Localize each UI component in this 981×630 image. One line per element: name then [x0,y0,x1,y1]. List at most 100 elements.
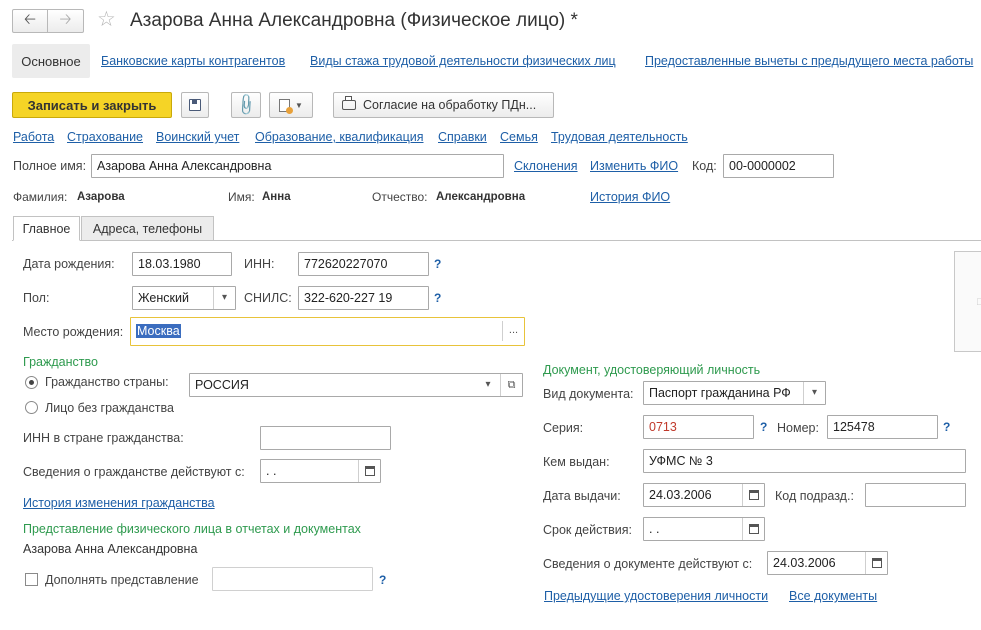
photo-frame[interactable]: □ [954,251,981,352]
full-name-label: Полное имя: [13,159,87,173]
supplement-input[interactable] [212,567,373,591]
subdivision-label: Код подразд.: [775,489,854,503]
nav-tab-bank-cards[interactable]: Банковские карты контрагентов [101,54,285,68]
citizenship-country-label: Гражданство страны: [45,375,169,389]
consent-pd-button[interactable]: Согласие на обработку ПДн... [333,92,554,118]
chevron-down-icon[interactable]: ▾ [213,287,235,309]
gender-select[interactable]: Женский ▾ [132,286,236,310]
birth-date-input[interactable]: 18.03.1980 [132,252,232,276]
citizenship-valid-from-value: . . [266,464,277,478]
section-link-certificates[interactable]: Справки [438,130,487,144]
patronymic-label: Отчество: [372,190,428,204]
surname-label: Фамилия: [13,190,68,204]
snils-label: СНИЛС: [244,291,292,305]
favorite-star-icon[interactable]: ☆ [97,8,116,32]
save-and-close-label: Записать и закрыть [27,97,157,113]
create-based-on-button[interactable]: ▼ [269,92,313,118]
gender-value: Женский [138,291,189,305]
citizenship-valid-from-label: Сведения о гражданстве действуют с: [23,465,245,479]
validity-input[interactable]: . . [643,517,765,541]
patronymic-value: Александровна [436,191,526,203]
paperclip-icon: 📎 [233,92,259,118]
consent-pd-label: Согласие на обработку ПДн... [363,98,537,112]
number-label: Номер: [777,421,819,435]
name-label: Имя: [228,190,255,204]
section-link-insurance[interactable]: Страхование [67,130,143,144]
series-help-icon[interactable]: ? [760,420,767,434]
gender-label: Пол: [23,291,50,305]
tab-main[interactable]: Главное [13,216,80,241]
nav-tab-experience-types[interactable]: Виды стажа трудовой деятельности физичес… [310,54,616,68]
inn-label: ИНН: [244,257,275,271]
validity-label: Срок действия: [543,523,632,537]
open-icon[interactable]: ⧉ [500,374,522,396]
inn-country-input[interactable] [260,426,391,450]
issued-by-input[interactable]: УФМС № 3 [643,449,966,473]
change-fio-link[interactable]: Изменить ФИО [590,159,678,173]
doc-type-value: Паспорт гражданина РФ [649,386,791,400]
doc-valid-from-input[interactable]: 24.03.2006 [767,551,888,575]
section-link-family[interactable]: Семья [500,130,538,144]
snils-help-icon[interactable]: ? [434,291,441,305]
forward-button[interactable]: 🡢 [48,9,84,33]
number-help-icon[interactable]: ? [943,420,950,434]
doc-type-select[interactable]: Паспорт гражданина РФ ▾ [643,381,826,405]
previous-ids-link[interactable]: Предыдущие удостоверения личности [544,589,768,603]
supplement-help-icon[interactable]: ? [379,573,386,587]
attach-file-button[interactable]: 📎 [231,92,261,118]
back-button[interactable]: 🡠 [12,9,48,33]
birthplace-label: Место рождения: [23,325,124,339]
calendar-icon[interactable] [358,460,380,482]
birthplace-value: Москва [136,324,181,338]
series-input[interactable]: 0713 [643,415,754,439]
dropdown-arrow-icon: ▼ [295,100,303,110]
floppy-disk-icon [189,99,201,111]
citizenship-group-title: Гражданство [23,355,98,369]
full-name-input[interactable]: Азарова Анна Александровна [91,154,504,178]
inn-country-label: ИНН в стране гражданства: [23,431,184,445]
inn-help-icon[interactable]: ? [434,257,441,271]
chevron-down-icon[interactable]: ▾ [803,382,825,404]
calendar-icon[interactable] [742,484,764,506]
all-documents-link[interactable]: Все документы [789,589,877,603]
citizenship-history-link[interactable]: История изменения гражданства [23,496,215,510]
stateless-radio[interactable] [25,401,38,414]
ellipsis-icon[interactable]: ... [502,321,524,341]
nav-tab-previous-deductions[interactable]: Предоставленные вычеты с предыдущего мес… [645,54,973,68]
snils-input[interactable]: 322-620-227 19 [298,286,429,310]
citizenship-country-radio[interactable] [25,376,38,389]
calendar-icon[interactable] [865,552,887,574]
supplement-checkbox[interactable] [25,573,38,586]
doc-type-label: Вид документа: [543,387,634,401]
section-link-education[interactable]: Образование, квалификация [255,130,424,144]
series-label: Серия: [543,421,584,435]
section-link-work[interactable]: Работа [13,130,54,144]
issue-date-input[interactable]: 24.03.2006 [643,483,765,507]
stateless-label: Лицо без гражданства [45,401,174,415]
nav-tab-main[interactable]: Основное [12,44,90,78]
save-button[interactable] [181,92,209,118]
save-and-close-button[interactable]: Записать и закрыть [12,92,172,118]
subdivision-input[interactable] [865,483,966,507]
nav-tab-label: Основное [21,53,81,69]
country-select[interactable]: РОССИЯ ▾ ⧉ [189,373,523,397]
inn-input[interactable]: 772620227070 [298,252,429,276]
window-title: Азарова Анна Александровна (Физическое л… [130,10,578,31]
name-value: Анна [262,191,291,203]
declensions-link[interactable]: Склонения [514,159,578,173]
citizenship-valid-from-input[interactable]: . . [260,459,381,483]
chevron-down-icon[interactable]: ▾ [477,374,499,396]
number-input[interactable]: 125478 [827,415,938,439]
section-link-labor[interactable]: Трудовая деятельность [551,130,688,144]
tab-addresses-phones-label: Адреса, телефоны [92,221,203,236]
birthplace-input[interactable]: Москва ... [130,317,525,346]
code-input[interactable]: 00-0000002 [723,154,834,178]
calendar-icon[interactable] [742,518,764,540]
document-group-title: Документ, удостоверяющий личность [543,363,761,377]
issue-date-label: Дата выдачи: [543,489,621,503]
issue-date-value: 24.03.2006 [649,488,712,502]
tab-addresses-phones[interactable]: Адреса, телефоны [81,216,214,241]
section-link-military[interactable]: Воинский учет [156,130,239,144]
code-label: Код: [692,159,717,173]
fio-history-link[interactable]: История ФИО [590,190,670,204]
